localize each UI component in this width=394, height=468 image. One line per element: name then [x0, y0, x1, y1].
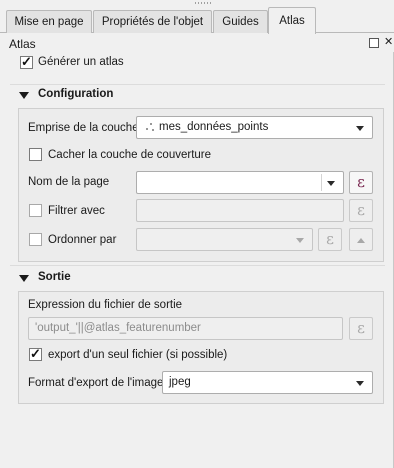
export-format-label: Format d'export de l'image: [28, 377, 164, 389]
output-title[interactable]: Sortie: [38, 271, 71, 283]
page-name-label: Nom de la page: [28, 176, 110, 188]
chevron-down-icon: [296, 238, 304, 243]
page-name-expression-button[interactable]: ε: [349, 171, 373, 194]
single-file-checkbox[interactable]: [29, 346, 42, 362]
filename-expression-input[interactable]: 'output_'||@atlas_featurenumber: [28, 317, 343, 340]
export-format-value: jpeg: [169, 376, 191, 388]
coverage-layer-label: Emprise de la couche: [28, 122, 139, 134]
hide-coverage-label: Cacher la couche de couverture: [48, 149, 212, 161]
sort-ascending-button[interactable]: [349, 228, 373, 251]
tab-guides[interactable]: Guides: [213, 10, 268, 33]
coverage-layer-value: mes_données_points: [159, 121, 269, 133]
chevron-down-icon: [356, 381, 364, 386]
generate-atlas-checkbox[interactable]: [20, 54, 33, 70]
filename-expression-value: 'output_'||@atlas_featurenumber: [35, 322, 201, 334]
page-name-combo[interactable]: [136, 171, 344, 194]
point-layer-icon: [145, 122, 155, 132]
hide-coverage-checkbox[interactable]: [29, 148, 42, 161]
collapse-triangle-icon[interactable]: [19, 92, 29, 99]
sort-combo[interactable]: [136, 228, 313, 251]
chevron-down-icon: [356, 126, 364, 131]
tab-bar: Mise en page Propriétés de l'objet Guide…: [0, 0, 394, 34]
filename-expression-label: Expression du fichier de sortie: [28, 299, 183, 311]
sort-expression-button[interactable]: ε: [318, 228, 342, 251]
configuration-title[interactable]: Configuration: [38, 88, 113, 100]
filter-input[interactable]: [136, 199, 344, 222]
filter-checkbox[interactable]: [29, 204, 42, 217]
float-panel-icon[interactable]: [369, 38, 379, 48]
export-format-combo[interactable]: jpeg: [162, 371, 373, 394]
generate-atlas-label: Générer un atlas: [38, 56, 124, 68]
filter-expression-button[interactable]: ε: [349, 199, 373, 222]
close-panel-icon[interactable]: ✕: [384, 36, 393, 48]
single-file-label: export d'un seul fichier (si possible): [48, 349, 228, 361]
panel-title: Atlas: [9, 37, 36, 51]
tab-mise-en-page[interactable]: Mise en page: [6, 10, 92, 33]
coverage-layer-combo[interactable]: mes_données_points: [136, 116, 373, 139]
sort-label: Ordonner par: [48, 234, 117, 246]
filter-label: Filtrer avec: [48, 205, 105, 217]
divider: [10, 265, 385, 266]
collapse-triangle-icon[interactable]: [19, 275, 29, 282]
tab-proprietes-objet[interactable]: Propriétés de l'objet: [93, 10, 212, 33]
combo-separator: [321, 174, 322, 191]
divider: [10, 84, 385, 85]
chevron-down-icon: [327, 181, 335, 186]
sort-checkbox[interactable]: [29, 233, 42, 246]
filename-expression-button[interactable]: ε: [349, 317, 373, 340]
tab-atlas[interactable]: Atlas: [268, 7, 316, 34]
